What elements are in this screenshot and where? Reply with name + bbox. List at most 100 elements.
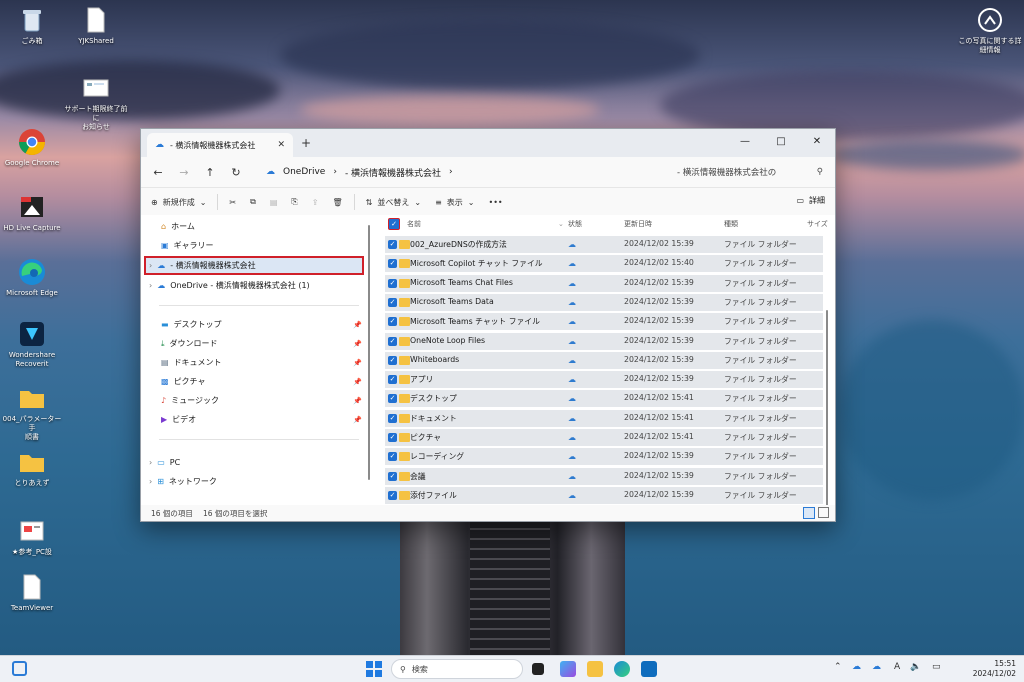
desktop-folder-toriaezu[interactable]: とりあえず xyxy=(0,448,64,488)
table-row[interactable]: ✓ ピクチャ ☁ 2024/12/02 15:41 ファイル フォルダー xyxy=(385,429,823,446)
windows-start-icon[interactable] xyxy=(366,661,382,677)
desktop-file-parameter[interactable]: 004_パラメーター手 順書 xyxy=(0,384,64,442)
onedrive-tray-icon[interactable]: ☁ xyxy=(872,662,881,672)
task-view-icon[interactable] xyxy=(532,663,544,675)
row-checkbox[interactable]: ✓ xyxy=(388,317,397,327)
table-row[interactable]: ✓ アプリ ☁ 2024/12/02 15:39 ファイル フォルダー xyxy=(385,371,823,389)
desktop-file-teamviewer[interactable]: TeamViewer xyxy=(0,573,64,613)
edge-taskbar-icon[interactable] xyxy=(614,661,630,677)
up-arrow-icon[interactable]: ↑ xyxy=(197,166,223,179)
paste-button[interactable]: ▤ xyxy=(263,198,285,207)
desktop-file-sankou[interactable]: ★参考_PC設 xyxy=(0,517,64,557)
search-input[interactable]: - 横浜情報機器株式会社の xyxy=(677,166,776,178)
copy-button[interactable]: ⧉ xyxy=(243,197,263,207)
sidebar-item-onedrive[interactable]: › ☁ OneDrive - 横浜情報機器株式会社 (1) xyxy=(149,276,310,295)
chevron-down-icon[interactable]: ⌄ xyxy=(558,220,564,228)
desktop-shortcut-edge[interactable]: Microsoft Edge xyxy=(0,258,64,298)
onedrive-tray-icon[interactable]: ☁ xyxy=(852,662,861,672)
close-button[interactable]: ✕ xyxy=(799,129,835,153)
new-button[interactable]: ⊕ 新規作成 ⌄ xyxy=(141,197,213,208)
more-options-button[interactable]: ••• xyxy=(481,198,509,207)
search-box[interactable]: - 横浜情報機器株式会社の ⚲ xyxy=(671,161,829,183)
speaker-icon[interactable]: 🔈 xyxy=(910,662,921,672)
table-row[interactable]: ✓ Microsoft Teams Data ☁ 2024/12/02 15:39 ファ… xyxy=(385,293,823,311)
row-checkbox[interactable]: ✓ xyxy=(388,394,397,404)
sidebar-item-videos[interactable]: ▶ ビデオ 📌 xyxy=(161,410,362,429)
sidebar-item-gallery[interactable]: ▣ ギャラリー xyxy=(161,236,214,255)
row-checkbox[interactable]: ✓ xyxy=(388,336,397,346)
explorer-tab[interactable]: ☁ - 横浜情報機器株式会社 ✕ xyxy=(147,133,293,157)
copilot-icon[interactable] xyxy=(560,661,576,677)
table-row[interactable]: ✓ 会議 ☁ 2024/12/02 15:39 ファイル フォルダー xyxy=(385,467,823,485)
spotlight-info[interactable]: この写真に関する詳 細情報 xyxy=(958,6,1022,55)
forward-arrow-icon[interactable]: → xyxy=(171,166,197,179)
taskbar-search[interactable]: ⚲ 検索 xyxy=(391,659,523,679)
desktop-shortcut-hdlive[interactable]: HD Live Capture xyxy=(0,193,64,233)
sidebar-item-pictures[interactable]: ▩ ピクチャ 📌 xyxy=(161,372,362,391)
sidebar-item-company-onedrive[interactable]: › ☁ - 横浜情報機器株式会社 xyxy=(149,256,256,275)
row-checkbox[interactable]: ✓ xyxy=(388,297,397,307)
refresh-icon[interactable]: ↻ xyxy=(223,166,249,179)
row-checkbox[interactable]: ✓ xyxy=(388,452,397,462)
sidebar-item-documents[interactable]: ▤ ドキュメント 📌 xyxy=(161,353,362,372)
table-row[interactable]: ✓ OneNote Loop Files ☁ 2024/12/02 15:39 ファイル… xyxy=(385,332,823,350)
row-checkbox[interactable]: ✓ xyxy=(388,278,397,288)
pin-icon[interactable]: 📌 xyxy=(353,359,362,367)
table-row[interactable]: ✓ デスクトップ ☁ 2024/12/02 15:41 ファイル フォルダー xyxy=(385,390,823,408)
row-checkbox[interactable]: ✓ xyxy=(388,490,397,500)
clock[interactable]: 15:51 2024/12/02 xyxy=(973,659,1016,679)
desktop-shortcut-chrome[interactable]: Google Chrome xyxy=(0,128,64,168)
column-status[interactable]: 状態 xyxy=(568,219,582,229)
pin-icon[interactable]: 📌 xyxy=(353,321,362,329)
sidebar-item-pc[interactable]: › ▭ PC xyxy=(149,453,180,472)
row-checkbox[interactable]: ✓ xyxy=(388,433,397,442)
pin-icon[interactable]: 📌 xyxy=(353,416,362,424)
desktop-file-yjkshared[interactable]: YJKShared xyxy=(64,6,128,46)
sidebar-item-network[interactable]: › ⊞ ネットワーク xyxy=(149,472,217,491)
desktop-shortcut-recoverit[interactable]: Wondershare Recoverit xyxy=(0,320,64,369)
row-checkbox[interactable]: ✓ xyxy=(388,240,397,249)
sidebar-item-downloads[interactable]: ⤓ ダウンロード 📌 xyxy=(161,334,362,353)
column-size[interactable]: サイズ xyxy=(807,219,828,229)
file-list-scrollbar[interactable] xyxy=(826,310,828,521)
delete-button[interactable]: 🗑 xyxy=(326,198,350,207)
pin-icon[interactable]: 📌 xyxy=(353,397,362,405)
details-pane-button[interactable]: ▭ 詳細 xyxy=(796,195,825,206)
sort-button[interactable]: ⇅ 並べ替え ⌄ xyxy=(359,197,428,208)
view-button[interactable]: ≡ 表示 ⌄ xyxy=(428,197,481,208)
network-tray-icon[interactable]: ▭ xyxy=(932,662,941,672)
minimize-button[interactable]: — xyxy=(727,129,763,153)
row-checkbox[interactable]: ✓ xyxy=(388,355,397,365)
sidebar-item-music[interactable]: ♪ ミュージック 📌 xyxy=(161,391,362,410)
row-checkbox[interactable]: ✓ xyxy=(388,471,397,481)
tiles-view-icon[interactable] xyxy=(818,507,829,518)
table-row[interactable]: ✓ Whiteboards ☁ 2024/12/02 15:39 ファイル フォルダー xyxy=(385,351,823,369)
chevron-up-icon[interactable]: ⌃ xyxy=(834,662,842,672)
table-row[interactable]: ✓ ドキュメント ☁ 2024/12/02 15:41 ファイル フォルダー xyxy=(385,409,823,427)
tab-close-icon[interactable]: ✕ xyxy=(277,140,285,150)
cut-button[interactable]: ✂ xyxy=(222,198,243,207)
row-checkbox[interactable]: ✓ xyxy=(388,375,397,385)
sidebar-item-desktop[interactable]: ▬ デスクトップ 📌 xyxy=(161,315,362,334)
pin-icon[interactable]: 📌 xyxy=(353,378,362,386)
rename-button[interactable]: ⎘ xyxy=(284,197,304,207)
breadcrumb-company[interactable]: - 横浜情報機器株式会社 xyxy=(345,166,441,179)
details-view-icon[interactable] xyxy=(803,507,815,519)
sidebar-scrollbar[interactable] xyxy=(368,225,370,480)
desktop-file-support[interactable]: サポート期限終了前に お知らせ xyxy=(64,74,128,132)
back-arrow-icon[interactable]: ← xyxy=(145,166,171,179)
table-row[interactable]: ✓ 添付ファイル ☁ 2024/12/02 15:39 ファイル フォルダー xyxy=(385,486,823,504)
row-checkbox[interactable]: ✓ xyxy=(388,259,397,269)
table-row[interactable]: ✓ 002_AzureDNSの作成方法 ☁ 2024/12/02 15:39 ファイル … xyxy=(385,236,823,253)
maximize-button[interactable]: □ xyxy=(763,129,799,153)
file-explorer-taskbar-icon[interactable] xyxy=(587,661,603,677)
select-all-checkbox[interactable]: ✓ xyxy=(388,218,400,230)
sidebar-item-home[interactable]: ⌂ ホーム xyxy=(161,217,195,236)
table-row[interactable]: ✓ レコーディング ☁ 2024/12/02 15:39 ファイル フォルダー xyxy=(385,448,823,466)
column-modified[interactable]: 更新日時 xyxy=(624,219,652,229)
store-taskbar-icon[interactable] xyxy=(641,661,657,677)
recycle-bin-icon[interactable]: ごみ箱 xyxy=(0,6,64,46)
new-tab-button[interactable]: + xyxy=(301,136,311,150)
ime-indicator[interactable]: A xyxy=(894,662,900,672)
breadcrumb-onedrive[interactable]: OneDrive xyxy=(283,167,325,177)
